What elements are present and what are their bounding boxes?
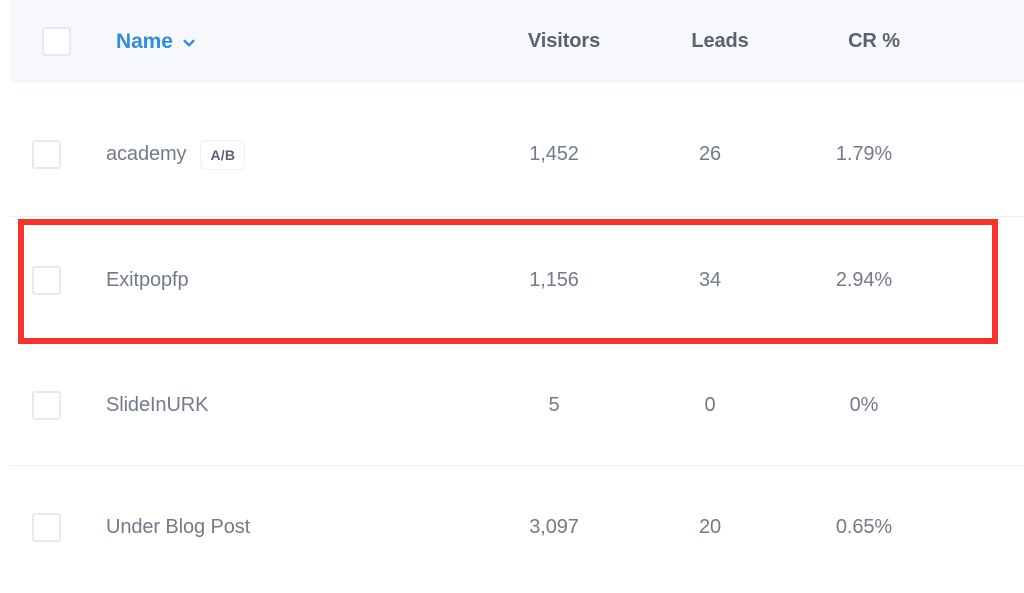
row-cr-value: 1.79% xyxy=(835,143,893,165)
row-cr-value: 0.65% xyxy=(835,516,893,538)
row-divider xyxy=(10,465,1024,466)
row-cr-value: 2.94% xyxy=(835,269,893,291)
row-checkbox[interactable] xyxy=(32,391,61,420)
column-header-cr[interactable]: CR % xyxy=(790,0,958,83)
row-name-cell: SlideInURK xyxy=(106,343,208,468)
column-header-visitors[interactable]: Visitors xyxy=(478,0,650,83)
row-name: SlideInURK xyxy=(106,394,209,416)
row-cr-cell: 0% xyxy=(780,343,948,468)
row-name-cell: Exitpopfp xyxy=(106,218,189,343)
row-cr-cell: 1.79% xyxy=(780,92,948,217)
row-name-cell: academy A/B xyxy=(106,92,246,217)
row-visitors-cell: 5 xyxy=(468,343,640,468)
row-name: academy xyxy=(106,143,187,165)
row-name-cell: Under Blog Post xyxy=(106,468,250,587)
row-checkbox-cell[interactable] xyxy=(32,343,72,468)
select-all-checkbox-cell[interactable] xyxy=(42,0,82,83)
row-cr-cell: 0.65% xyxy=(780,468,948,587)
row-checkbox[interactable] xyxy=(32,140,61,169)
column-header-name[interactable]: Name xyxy=(116,0,196,83)
row-divider xyxy=(10,216,1024,217)
row-visitors-value: 5 xyxy=(548,394,560,416)
row-leads-cell: 34 xyxy=(640,218,780,343)
row-leads-value: 26 xyxy=(698,143,722,165)
row-name: Under Blog Post xyxy=(106,516,251,538)
table-row[interactable]: academy A/B 1,452 26 1.79% xyxy=(0,92,1024,217)
column-header-visitors-label: Visitors xyxy=(527,30,601,52)
chevron-down-icon xyxy=(182,36,196,50)
row-leads-value: 34 xyxy=(698,269,722,291)
select-all-checkbox[interactable] xyxy=(42,27,71,56)
row-leads-cell: 0 xyxy=(640,343,780,468)
analytics-table: Name Visitors Leads CR % academy A/B 1,4… xyxy=(0,0,1024,587)
row-checkbox-cell[interactable] xyxy=(32,468,72,587)
table-row[interactable]: Exitpopfp 1,156 34 2.94% xyxy=(0,218,1024,343)
row-visitors-value: 3,097 xyxy=(529,516,579,538)
column-header-leads[interactable]: Leads xyxy=(650,0,790,83)
sort-by-name-button[interactable]: Name xyxy=(116,30,196,54)
row-leads-value: 20 xyxy=(698,516,722,538)
column-header-name-label: Name xyxy=(116,29,173,53)
row-checkbox-cell[interactable] xyxy=(32,218,72,343)
column-header-leads-label: Leads xyxy=(691,30,749,52)
row-leads-cell: 20 xyxy=(640,468,780,587)
column-header-cr-label: CR % xyxy=(848,30,900,52)
row-checkbox[interactable] xyxy=(32,266,61,295)
row-visitors-value: 1,452 xyxy=(529,143,579,165)
row-cr-cell: 2.94% xyxy=(780,218,948,343)
table-row[interactable]: Under Blog Post 3,097 20 0.65% xyxy=(0,468,1024,593)
row-cr-value: 0% xyxy=(849,394,879,416)
row-visitors-value: 1,156 xyxy=(529,269,579,291)
row-checkbox[interactable] xyxy=(32,513,61,542)
row-leads-cell: 26 xyxy=(640,92,780,217)
table-header-row: Name Visitors Leads CR % xyxy=(10,0,1024,83)
row-visitors-cell: 1,452 xyxy=(468,92,640,217)
table-row[interactable]: SlideInURK 5 0 0% xyxy=(0,343,1024,468)
ab-test-badge[interactable]: A/B xyxy=(200,139,246,170)
row-visitors-cell: 1,156 xyxy=(468,218,640,343)
row-name: Exitpopfp xyxy=(106,269,189,291)
row-checkbox-cell[interactable] xyxy=(32,92,72,217)
row-leads-value: 0 xyxy=(704,394,716,416)
row-visitors-cell: 3,097 xyxy=(468,468,640,587)
